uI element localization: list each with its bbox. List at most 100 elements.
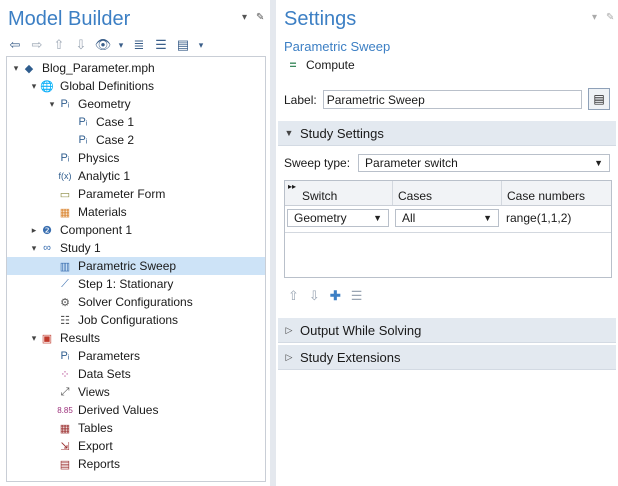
tree-item[interactable]: ▭ Parameter Form xyxy=(47,185,166,203)
chevron-down-icon: ▼ xyxy=(594,158,604,168)
parameter-group-icon: Pᵢ xyxy=(60,98,70,110)
tree-item[interactable]: 8.85 Derived Values xyxy=(47,401,158,419)
show-menu-icon[interactable]: ▾ xyxy=(116,36,126,54)
tree-item-label: Geometry xyxy=(78,97,131,111)
model-builder-panel: Model Builder ▾ ✎ ⇦ ⇨ ⇧ ⇩ 👁 ▾ ≣ ☰ ▤ ▾ ▾ ◆… xyxy=(0,0,270,486)
back-arrow-icon[interactable]: ⇦ xyxy=(6,36,24,54)
panel-menu-icon[interactable]: ▾ xyxy=(592,12,597,23)
label-input[interactable]: Parametric Sweep xyxy=(322,90,582,109)
tree-item[interactable]: Pᵢ Case 1 xyxy=(65,113,134,131)
column-header-cases[interactable]: Cases xyxy=(393,181,502,205)
tree-item[interactable]: ▾ ∞ Study 1 xyxy=(29,239,101,257)
compute-label: Compute xyxy=(306,58,355,72)
reports-icon: ▤ xyxy=(59,458,71,471)
tree-item-label: Solver Configurations xyxy=(78,295,193,309)
tree-item[interactable]: ▥ Parametric Sweep xyxy=(7,257,265,275)
tree-item[interactable]: ⁘ Data Sets xyxy=(47,365,131,383)
switch-select[interactable]: Geometry ▼ xyxy=(287,209,389,227)
tree-item-label: Tables xyxy=(78,421,113,435)
options-menu-icon[interactable]: ▾ xyxy=(196,36,206,54)
tree-toggle-icon[interactable]: ▸ xyxy=(29,225,39,236)
column-header-switch[interactable]: Switch xyxy=(285,181,393,205)
tree-item[interactable]: ▦ Materials xyxy=(47,203,127,221)
globe-icon: 🌐 xyxy=(40,80,54,93)
tree-toggle-icon[interactable]: ▾ xyxy=(47,99,57,110)
tree-item[interactable]: ☷ Job Configurations xyxy=(47,311,178,329)
results-icon: ▣ xyxy=(41,332,53,345)
expand-arrow-icon: ▷ xyxy=(285,324,293,335)
tree-item[interactable]: ⇲ Export xyxy=(47,437,112,455)
tree-item-label: Data Sets xyxy=(78,367,131,381)
tree-item[interactable]: ▤ Reports xyxy=(47,455,120,473)
case-numbers-cell[interactable]: range(1,1,2) xyxy=(506,211,571,225)
move-down-icon[interactable]: ⇩ xyxy=(72,36,90,54)
tree-item-label: Global Definitions xyxy=(60,79,155,93)
tree-item-label: Case 2 xyxy=(96,133,135,147)
chevron-down-icon: ▼ xyxy=(483,213,492,223)
tree-item-label: Analytic 1 xyxy=(78,169,131,183)
label-settings-button[interactable]: ▤ xyxy=(588,88,610,110)
clear-table-icon[interactable]: ☰ xyxy=(351,288,363,304)
tree-toggle-icon[interactable]: ▾ xyxy=(29,333,39,344)
label-row: Label: Parametric Sweep xyxy=(284,90,582,109)
tree-item[interactable]: Pᵢ Case 2 xyxy=(65,131,134,149)
tree-item-label: Views xyxy=(78,385,110,399)
tree-item-label: Step 1: Stationary xyxy=(78,277,174,291)
switch-value: Geometry xyxy=(294,211,347,225)
tree-item-label: Study 1 xyxy=(60,241,101,255)
label-input-value: Parametric Sweep xyxy=(326,92,425,107)
component-icon: ❷ xyxy=(42,224,52,237)
tree-item[interactable]: ▾ 🌐 Global Definitions xyxy=(29,77,154,95)
cases-select[interactable]: All ▼ xyxy=(395,209,499,227)
forward-arrow-icon[interactable]: ⇨ xyxy=(28,36,46,54)
tree-item[interactable]: ▦ Tables xyxy=(47,419,113,437)
move-up-icon[interactable]: ⇧ xyxy=(50,36,68,54)
sweep-type-row: Sweep type: Parameter switch ▼ xyxy=(284,154,611,172)
settings-title: Settings xyxy=(284,8,357,30)
collapse-all-icon[interactable]: ≣ xyxy=(130,36,148,54)
sort-icon[interactable]: ▤ xyxy=(174,36,192,54)
tree-item[interactable]: ▸ ❷ Component 1 xyxy=(29,221,132,239)
move-down-icon[interactable]: ⇩ xyxy=(309,288,320,304)
folder-icon: ▭ xyxy=(59,188,71,201)
chevron-down-icon: ▼ xyxy=(373,213,382,223)
tree-item[interactable]: Pᵢ Physics xyxy=(47,149,119,167)
add-icon[interactable]: ✚ xyxy=(330,288,341,304)
tree-item[interactable]: ▾ ◆ Blog_Parameter.mph xyxy=(11,59,155,77)
section-output-while-solving[interactable]: ▷ Output While Solving xyxy=(278,318,616,343)
tree-toggle-icon[interactable]: ▾ xyxy=(11,63,21,74)
tree-item-label: Parametric Sweep xyxy=(78,259,177,273)
move-up-icon[interactable]: ⇧ xyxy=(288,288,299,304)
tree-item[interactable]: ⤢ Views xyxy=(47,383,110,401)
cases-value: All xyxy=(402,211,416,225)
tree-item[interactable]: ⟋ Step 1: Stationary xyxy=(47,275,173,293)
table-row[interactable]: Geometry ▼ All ▼ range(1,1,2) xyxy=(285,206,611,233)
column-header-case-numbers[interactable]: Case numbers xyxy=(502,181,611,205)
output-while-solving-title: Output While Solving xyxy=(300,322,422,338)
compute-button[interactable]: = Compute xyxy=(286,58,355,72)
show-icon[interactable]: 👁 xyxy=(94,36,112,54)
compute-icon: = xyxy=(289,58,297,72)
tree-item[interactable]: ▾ Pᵢ Geometry xyxy=(47,95,131,113)
settings-panel: Settings ▾ ✎ Parametric Sweep = Compute … xyxy=(276,0,618,486)
tree-item[interactable]: ⚙ Solver Configurations xyxy=(47,293,193,311)
model-file-icon: ◆ xyxy=(24,62,34,75)
tree-item[interactable]: Pᵢ Parameters xyxy=(47,347,140,365)
tree-item-label: Blog_Parameter.mph xyxy=(42,61,155,75)
tree-item[interactable]: f(x) Analytic 1 xyxy=(47,167,131,185)
tree-item[interactable]: ▾ ▣ Results xyxy=(29,329,100,347)
views-icon: ⤢ xyxy=(60,385,70,398)
export-icon: ⇲ xyxy=(60,440,70,453)
tree-toggle-icon[interactable]: ▾ xyxy=(29,81,39,92)
expand-all-icon[interactable]: ☰ xyxy=(152,36,170,54)
pin-icon[interactable]: ✎ xyxy=(256,12,264,23)
sweep-type-value: Parameter switch xyxy=(365,156,458,170)
section-study-extensions[interactable]: ▷ Study Extensions xyxy=(278,345,616,370)
tree-toggle-icon[interactable]: ▾ xyxy=(29,243,39,254)
pin-icon[interactable]: ✎ xyxy=(606,12,614,23)
section-study-settings[interactable]: ▼ Study Settings xyxy=(278,121,616,146)
function-icon: f(x) xyxy=(58,171,72,181)
panel-menu-icon[interactable]: ▾ xyxy=(242,12,247,23)
sweep-type-select[interactable]: Parameter switch ▼ xyxy=(358,154,611,172)
tree-item-label: Reports xyxy=(78,457,121,471)
